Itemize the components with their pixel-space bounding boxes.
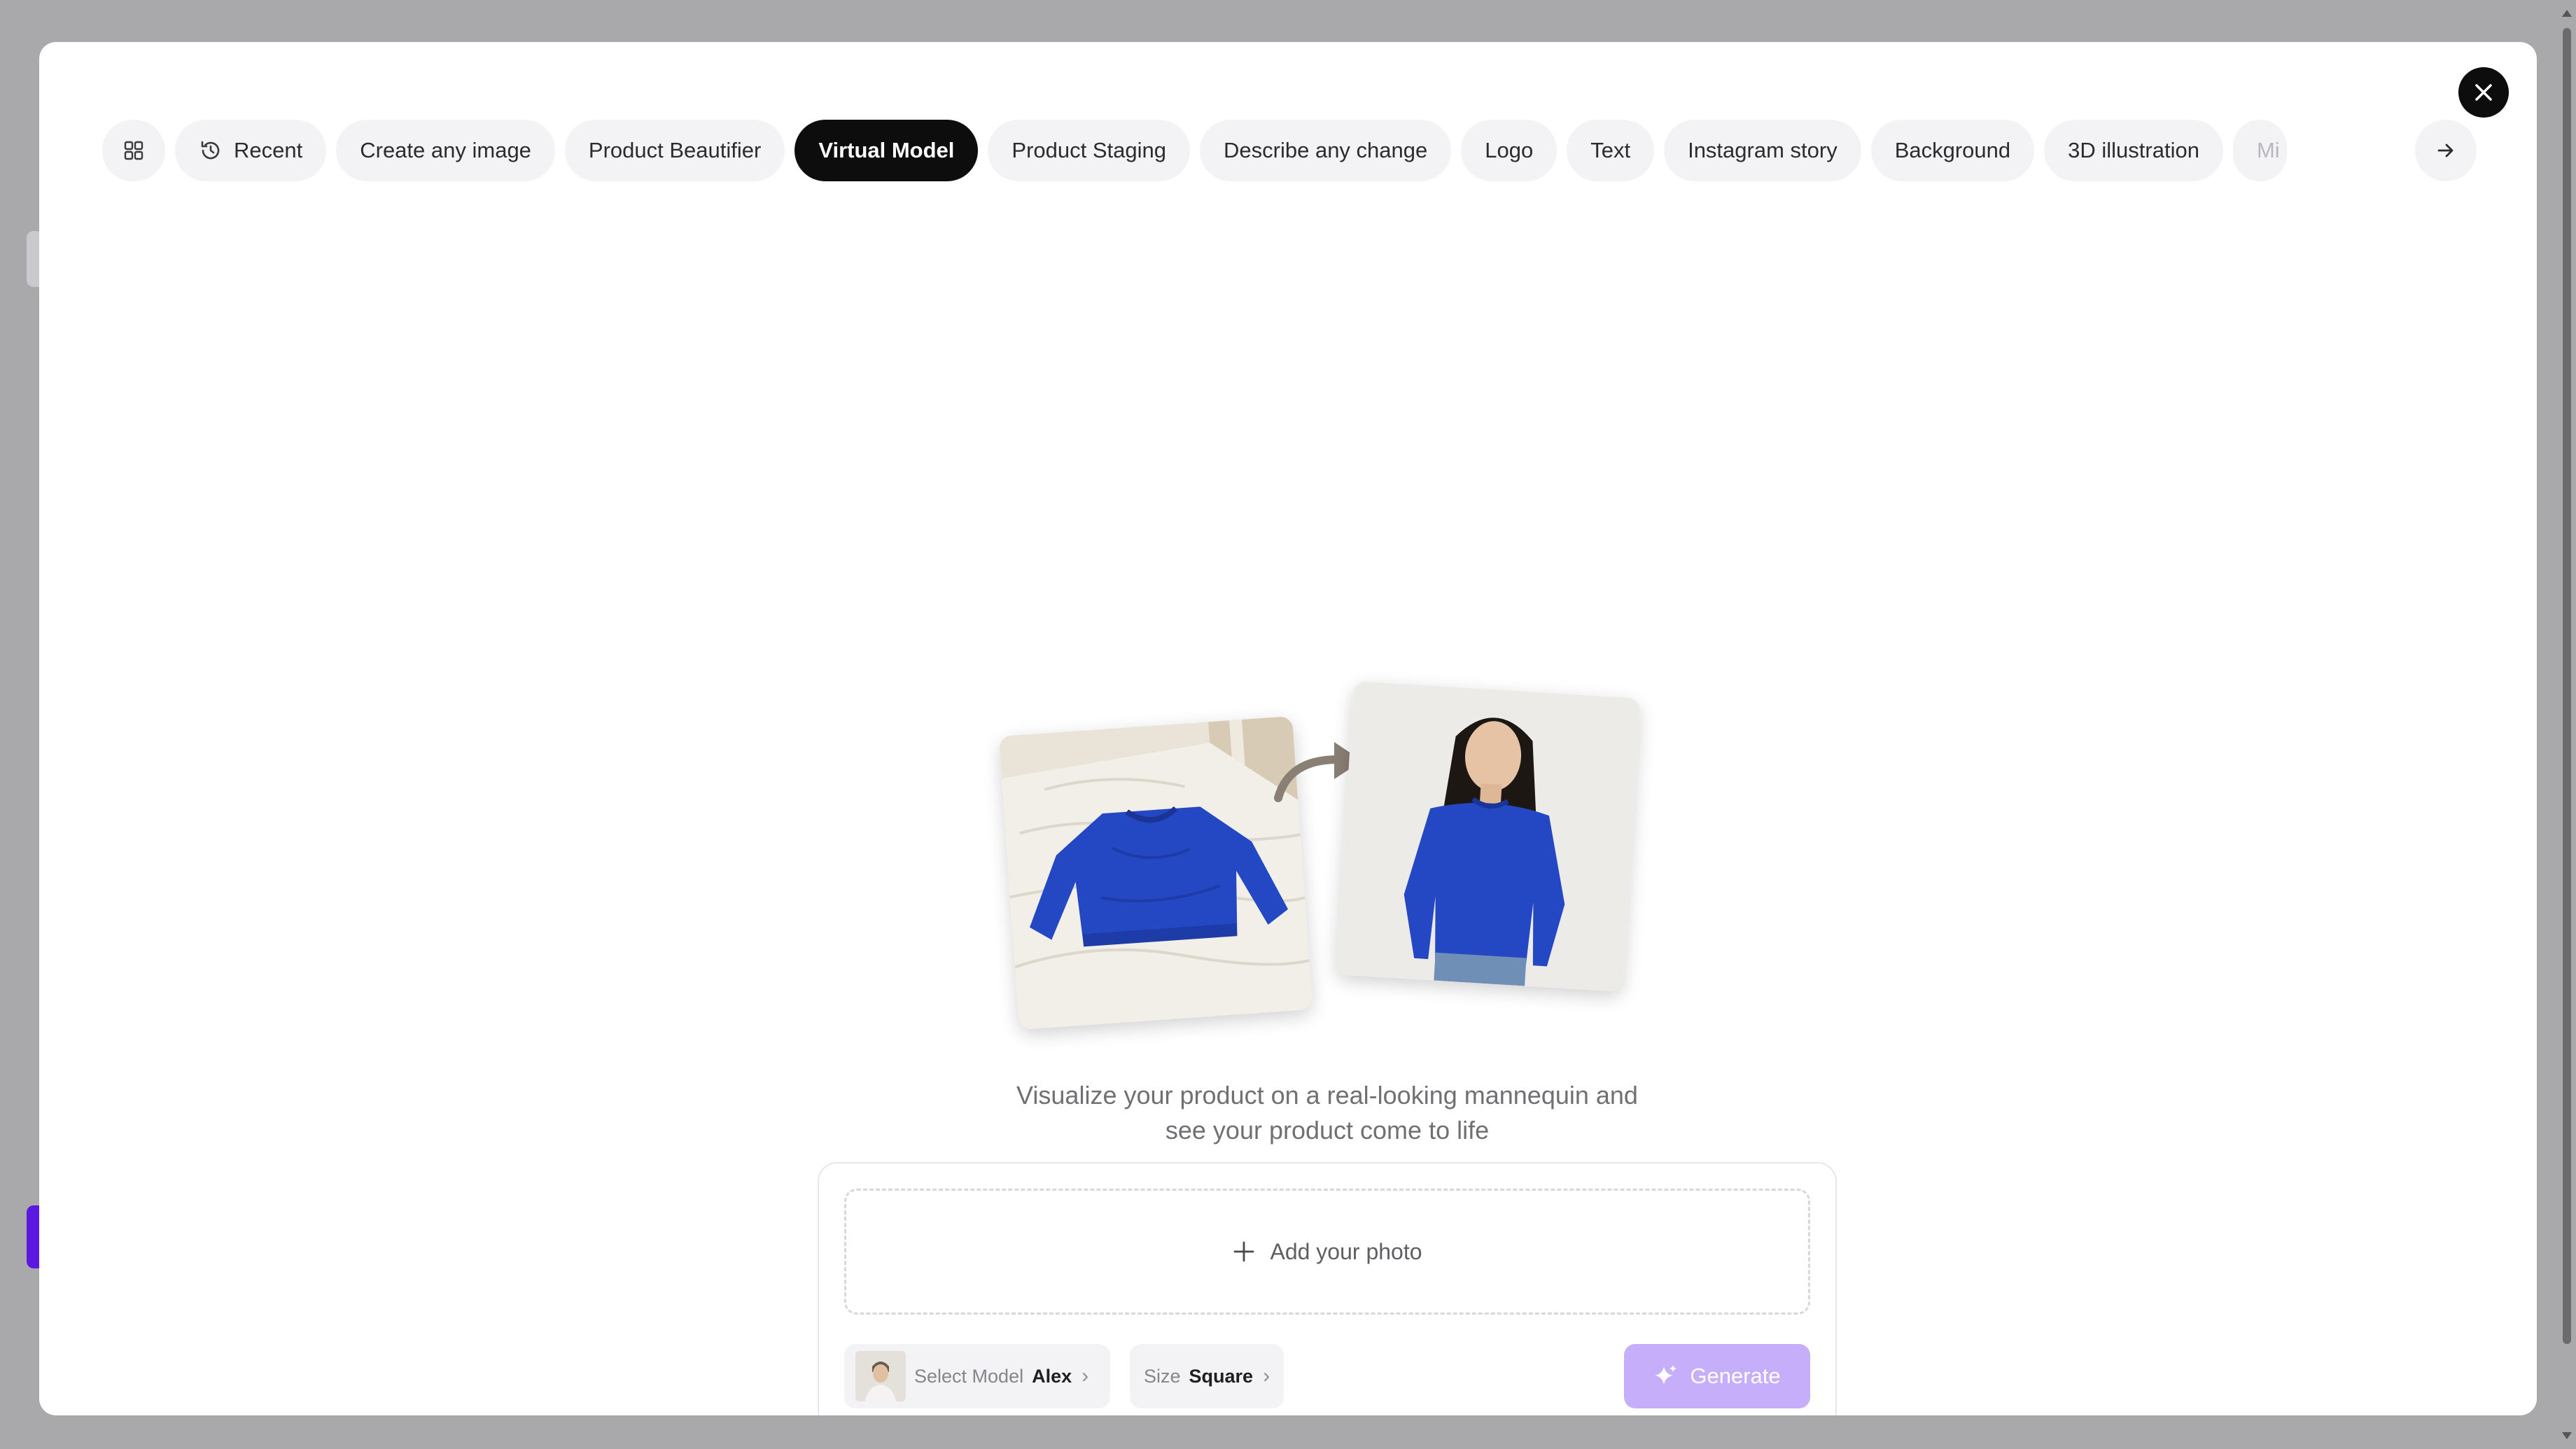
tabs-scroll-next-button[interactable]: [2415, 120, 2477, 181]
selected-model-value: Alex: [1032, 1365, 1072, 1387]
tab-create-any-image[interactable]: Create any image: [336, 120, 555, 181]
scroll-down-icon[interactable]: [2562, 1432, 2572, 1439]
generation-controls: Select Model Alex › Size Square › Genera…: [844, 1344, 1810, 1408]
model-avatar: [855, 1351, 906, 1401]
tab-label: Recent: [234, 138, 303, 162]
generate-button[interactable]: Generate: [1624, 1344, 1810, 1408]
scroll-up-icon[interactable]: [2562, 10, 2572, 17]
hero-illustration: [949, 637, 1691, 1043]
tab-instagram-story[interactable]: Instagram story: [1664, 120, 1861, 181]
tab-text[interactable]: Text: [1567, 120, 1655, 181]
select-model-button[interactable]: Select Model Alex ›: [844, 1344, 1110, 1408]
model-photo-card: [1336, 680, 1641, 993]
size-label: Size: [1144, 1365, 1181, 1387]
description-line-2: see your product come to life: [1165, 1116, 1490, 1144]
model-wearing-sweater-image: [1336, 680, 1641, 993]
tab-logo[interactable]: Logo: [1461, 120, 1558, 181]
tab-label: Instagram story: [1688, 138, 1837, 162]
chevron-right-icon: ›: [1082, 1364, 1089, 1387]
category-tabs: Recent Create any image Product Beautifi…: [102, 119, 2433, 182]
description-line-1: Visualize your product on a real-looking…: [1016, 1081, 1638, 1110]
tab-virtual-model[interactable]: Virtual Model: [794, 120, 979, 181]
tab-product-beautifier[interactable]: Product Beautifier: [564, 120, 785, 181]
add-photo-label: Add your photo: [1270, 1238, 1422, 1264]
generation-panel: Add your photo Select Model Alex › Size: [818, 1162, 1837, 1415]
close-icon: [2475, 84, 2492, 101]
tab-3d-illustration[interactable]: 3D illustration: [2044, 120, 2223, 181]
select-model-label: Select Model: [914, 1365, 1024, 1387]
tab-label: Product Beautifier: [588, 138, 762, 162]
tab-label: Product Staging: [1011, 138, 1167, 162]
selected-size-value: Square: [1189, 1365, 1254, 1387]
virtual-model-modal: Recent Create any image Product Beautifi…: [39, 42, 2537, 1415]
tab-label: Mi: [2256, 138, 2280, 162]
generate-label: Generate: [1690, 1364, 1781, 1388]
tab-recent[interactable]: Recent: [175, 120, 327, 181]
sparkle-icon: [1655, 1365, 1677, 1385]
tab-grid[interactable]: [102, 120, 165, 181]
history-icon: [201, 141, 220, 160]
tab-label: Logo: [1485, 138, 1534, 162]
close-button[interactable]: [2458, 67, 2509, 118]
tab-label: Describe any change: [1224, 138, 1428, 162]
plus-icon: [1234, 1241, 1254, 1262]
size-selector-button[interactable]: Size Square ›: [1130, 1344, 1284, 1408]
add-photo-dropzone[interactable]: Add your photo: [844, 1189, 1810, 1315]
page-scrollbar[interactable]: [2558, 0, 2576, 1449]
tab-label: Text: [1590, 138, 1631, 162]
grid-icon: [124, 141, 144, 160]
tab-product-staging[interactable]: Product Staging: [988, 120, 1191, 181]
tab-label: Create any image: [360, 138, 531, 162]
scrollbar-thumb[interactable]: [2563, 28, 2571, 1344]
tab-describe-any-change[interactable]: Describe any change: [1200, 120, 1452, 181]
arrow-right-icon: [2437, 144, 2454, 158]
tab-label: 3D illustration: [2068, 138, 2199, 162]
chevron-right-icon: ›: [1263, 1364, 1270, 1387]
tab-truncated[interactable]: Mi: [2232, 120, 2287, 181]
tab-label: Background: [1894, 138, 2011, 162]
feature-description: Visualize your product on a real-looking…: [949, 1078, 1705, 1148]
tab-label: Virtual Model: [818, 138, 955, 162]
tab-background[interactable]: Background: [1870, 120, 2035, 181]
